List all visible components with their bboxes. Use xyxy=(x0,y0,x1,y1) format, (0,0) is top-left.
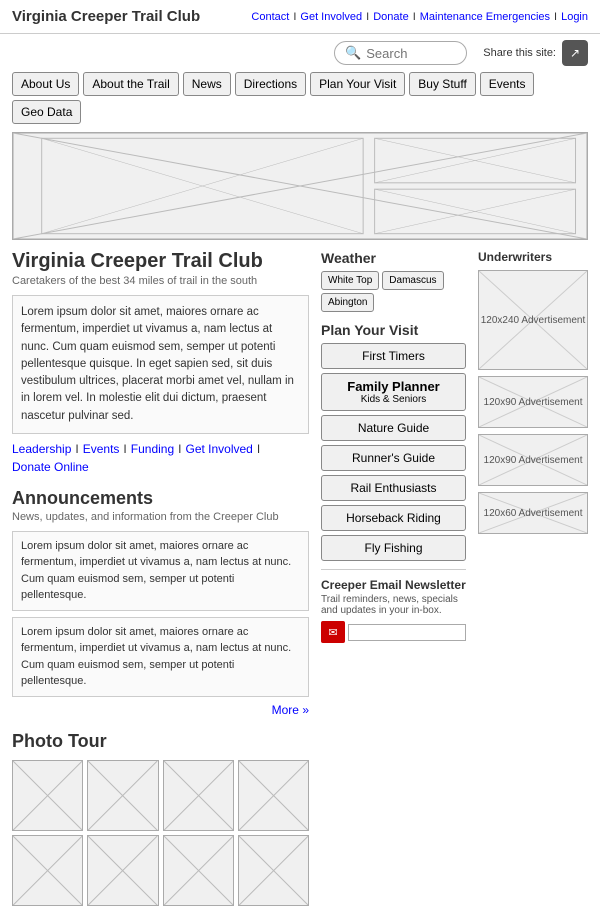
site-title: Virginia Creeper Trail Club xyxy=(12,8,200,25)
intro-box: Lorem ipsum dolor sit amet, maiores orna… xyxy=(12,295,309,434)
weather-tab-0[interactable]: White Top xyxy=(321,271,379,290)
search-input[interactable] xyxy=(366,46,456,61)
announce2-text: Lorem ipsum dolor sit amet, maiores orna… xyxy=(21,624,300,690)
nav-news[interactable]: News xyxy=(183,72,231,96)
search-box[interactable]: 🔍 xyxy=(334,41,467,65)
photo-thumb-7 xyxy=(163,835,234,906)
nav-directions[interactable]: Directions xyxy=(235,72,306,96)
ad-medium-1: 120x90 Advertisement xyxy=(478,376,588,428)
announcement-2: Lorem ipsum dolor sit amet, maiores orna… xyxy=(12,617,309,697)
hero-placeholder-svg xyxy=(13,133,587,239)
newsletter-input-row: ✉ xyxy=(321,621,466,643)
donate-online-link[interactable]: Donate Online xyxy=(12,460,89,474)
weather-tab-2[interactable]: Abington xyxy=(321,293,374,312)
nav-bar: About Us About the Trail News Directions… xyxy=(0,72,600,132)
intro-text: Lorem ipsum dolor sit amet, maiores orna… xyxy=(21,304,300,425)
nav-geo-data[interactable]: Geo Data xyxy=(12,100,81,124)
share-label: Share this site: xyxy=(483,47,556,59)
ad-large: 120x240 Advertisement xyxy=(478,270,588,370)
plan-horseback-riding[interactable]: Horseback Riding xyxy=(321,505,466,531)
middle-column: Weather White Top Damascus Abington Plan… xyxy=(321,250,466,906)
newsletter-title: Creeper Email Newsletter xyxy=(321,578,466,592)
nav-buy-stuff[interactable]: Buy Stuff xyxy=(409,72,475,96)
right-column: Underwriters 120x240 Advertisement 120x9… xyxy=(478,250,588,906)
login-link[interactable]: Login xyxy=(561,11,588,23)
header: Virginia Creeper Trail Club Contact I Ge… xyxy=(0,0,600,34)
ad-medium-2-label: 120x90 Advertisement xyxy=(484,455,583,466)
photo-thumb-1 xyxy=(12,760,83,831)
left-column: Virginia Creeper Trail Club Caretakers o… xyxy=(12,250,309,906)
maintenance-link[interactable]: Maintenance Emergencies xyxy=(420,11,550,23)
get-involved-link2[interactable]: Get Involved xyxy=(185,442,252,456)
donate-link[interactable]: Donate xyxy=(373,11,408,23)
announce1-text: Lorem ipsum dolor sit amet, maiores orna… xyxy=(21,538,300,604)
ad-large-label: 120x240 Advertisement xyxy=(481,315,586,326)
main-content: Virginia Creeper Trail Club Caretakers o… xyxy=(0,250,600,916)
newsletter-desc: Trail reminders, news, specials and upda… xyxy=(321,594,466,616)
photo-thumb-5 xyxy=(12,835,83,906)
plan-fly-fishing[interactable]: Fly Fishing xyxy=(321,535,466,561)
contact-link[interactable]: Contact xyxy=(251,11,289,23)
ad-small-label: 120x60 Advertisement xyxy=(484,508,583,519)
ad-small: 120x60 Advertisement xyxy=(478,492,588,534)
photo-thumb-4 xyxy=(238,760,309,831)
announcements-heading: Announcements xyxy=(12,488,309,509)
intro-links: Leadership I Events I Funding I Get Invo… xyxy=(12,442,309,474)
search-icon: 🔍 xyxy=(345,45,361,61)
nav-plan-your-visit[interactable]: Plan Your Visit xyxy=(310,72,405,96)
plan-nature-guide[interactable]: Nature Guide xyxy=(321,415,466,441)
underwriters-title: Underwriters xyxy=(478,250,588,264)
plan-runners-guide[interactable]: Runner's Guide xyxy=(321,445,466,471)
newsletter-email-input[interactable] xyxy=(348,624,466,641)
search-share-row: 🔍 Share this site: ↗ xyxy=(0,34,600,72)
header-nav-links: Contact I Get Involved I Donate I Mainte… xyxy=(251,11,588,23)
plan-visit-title: Plan Your Visit xyxy=(321,322,466,338)
leadership-link[interactable]: Leadership xyxy=(12,442,71,456)
photo-thumb-6 xyxy=(87,835,158,906)
plan-family-planner-label: Family Planner xyxy=(328,379,459,394)
photo-thumb-2 xyxy=(87,760,158,831)
nav-about-trail[interactable]: About the Trail xyxy=(83,72,178,96)
photo-thumb-3 xyxy=(163,760,234,831)
photo-grid xyxy=(12,760,309,907)
newsletter-icon: ✉ xyxy=(321,621,345,643)
funding-link[interactable]: Funding xyxy=(131,442,174,456)
share-icon[interactable]: ↗ xyxy=(562,40,588,66)
club-subheading: Caretakers of the best 34 miles of trail… xyxy=(12,275,309,287)
weather-title: Weather xyxy=(321,250,466,266)
more-link[interactable]: More » xyxy=(12,703,309,717)
plan-rail-enthusiasts[interactable]: Rail Enthusiasts xyxy=(321,475,466,501)
weather-tabs: White Top Damascus Abington xyxy=(321,271,466,312)
photo-thumb-8 xyxy=(238,835,309,906)
photo-tour-heading: Photo Tour xyxy=(12,731,309,752)
nav-about-us[interactable]: About Us xyxy=(12,72,79,96)
ad-medium-2: 120x90 Advertisement xyxy=(478,434,588,486)
plan-family-planner[interactable]: Family Planner Kids & Seniors xyxy=(321,373,466,411)
share-area: Share this site: ↗ xyxy=(483,40,588,66)
ad-medium-1-label: 120x90 Advertisement xyxy=(484,397,583,408)
nav-events[interactable]: Events xyxy=(480,72,535,96)
hero-image xyxy=(12,132,588,240)
announcement-1: Lorem ipsum dolor sit amet, maiores orna… xyxy=(12,531,309,611)
club-heading: Virginia Creeper Trail Club xyxy=(12,250,309,273)
events-link[interactable]: Events xyxy=(83,442,120,456)
plan-family-planner-sub: Kids & Seniors xyxy=(328,394,459,405)
newsletter-section: Creeper Email Newsletter Trail reminders… xyxy=(321,569,466,643)
plan-first-timers[interactable]: First Timers xyxy=(321,343,466,369)
announcements-sub: News, updates, and information from the … xyxy=(12,511,309,523)
get-involved-link[interactable]: Get Involved xyxy=(300,11,362,23)
weather-tab-1[interactable]: Damascus xyxy=(382,271,443,290)
